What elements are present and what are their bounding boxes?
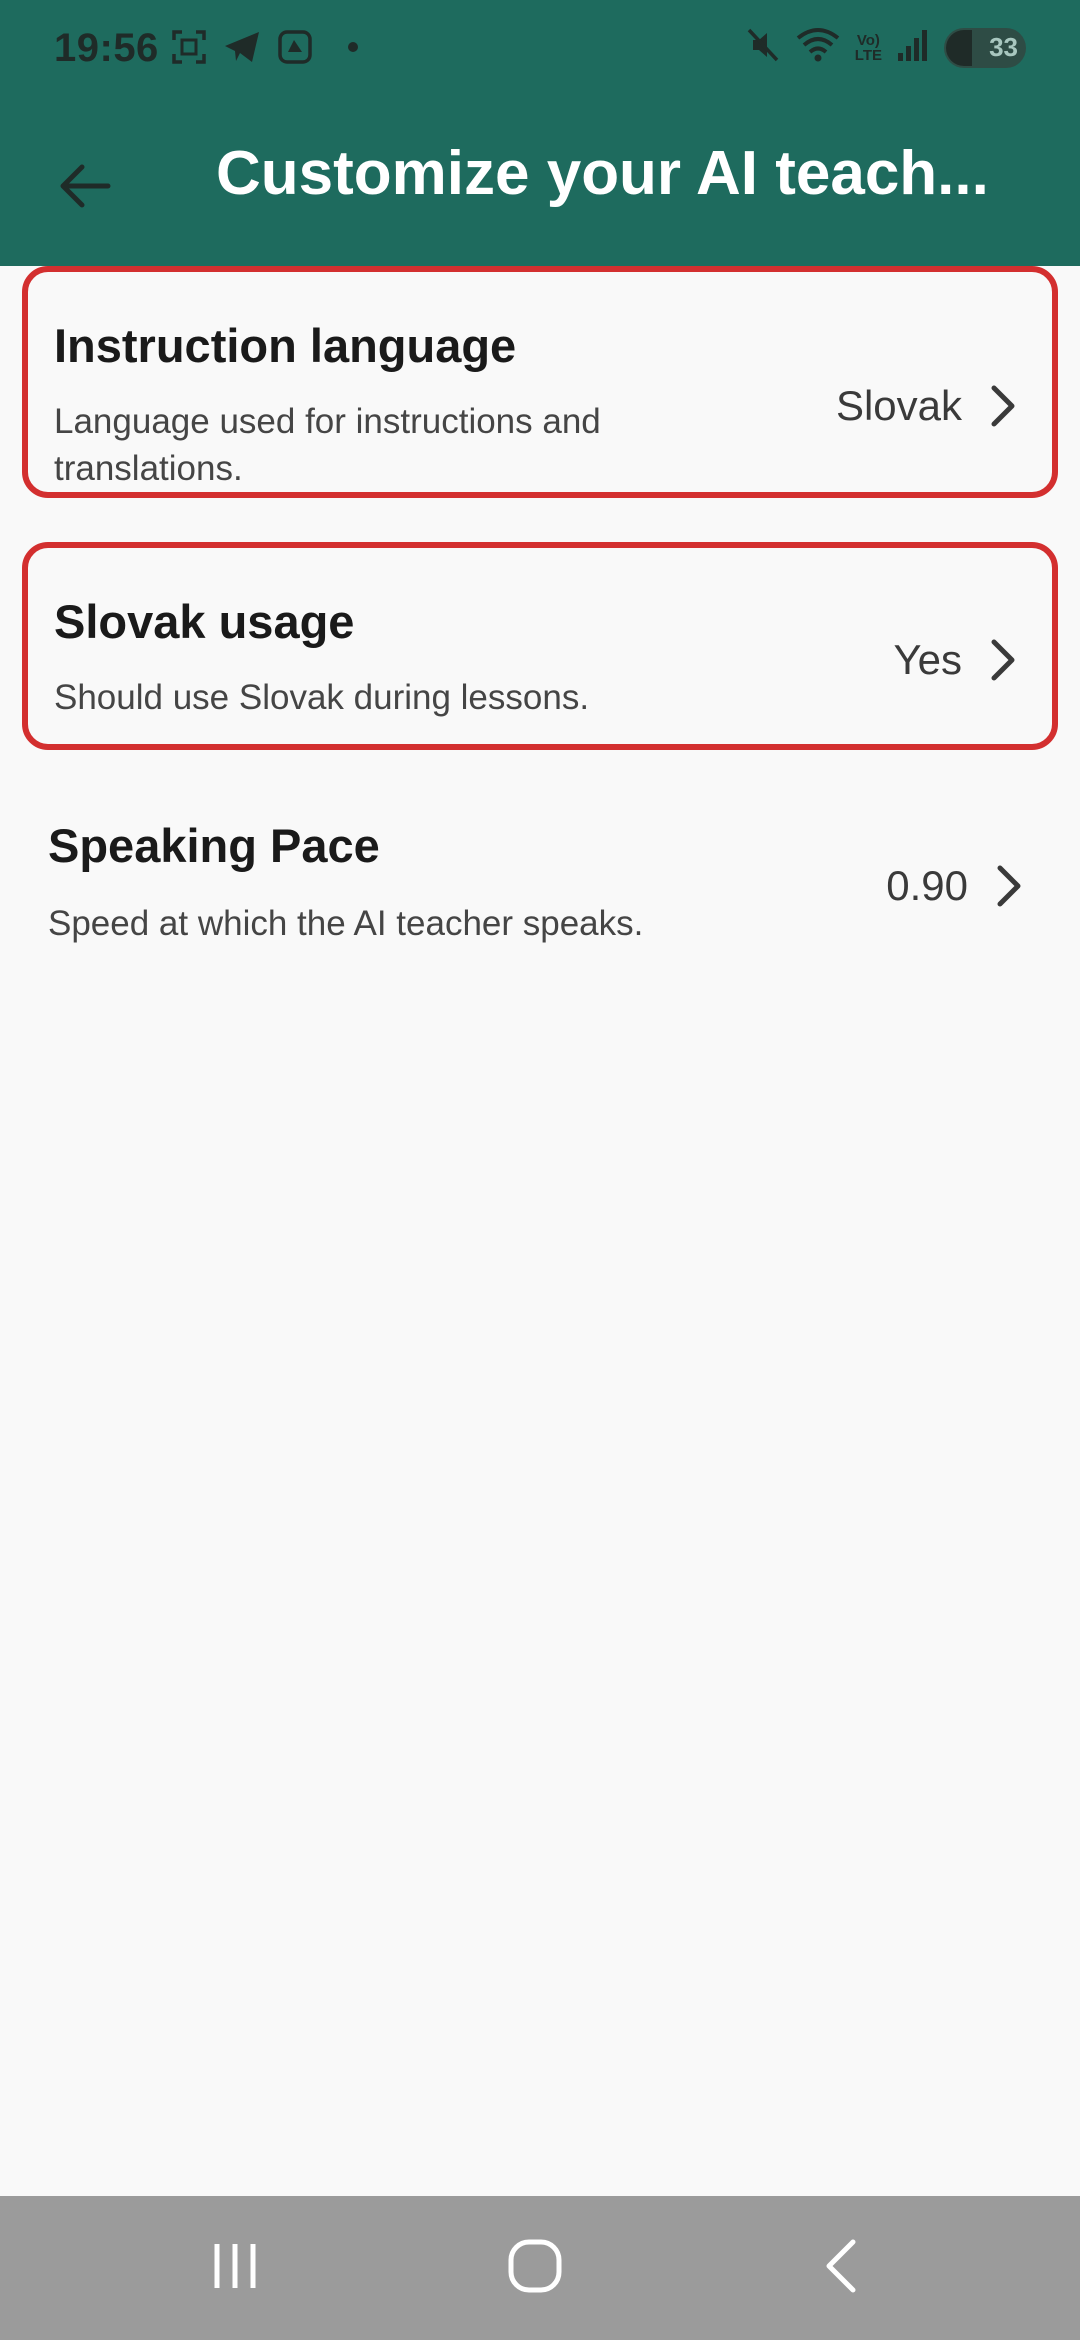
back-button[interactable] [40,144,128,232]
home-icon [505,2236,565,2301]
setting-value: 0.90 [886,862,968,909]
signal-icon [896,27,930,68]
chevron-right-icon [982,636,1022,684]
system-navigation-bar [0,2196,1080,2340]
back-icon [817,2236,865,2301]
battery-icon: 33 [944,27,1026,68]
nav-back-button[interactable] [796,2232,886,2304]
notification-icons [170,28,358,66]
setting-title: Slovak usage [54,595,355,648]
setting-description: Should use Slovak during lessons. [54,678,590,717]
battery-fill [946,29,972,66]
battery-level: 33 [989,32,1018,62]
status-bar: 19:56 Vo) LTE 33 [0,0,1080,100]
telegram-icon [222,28,262,66]
more-notifications-dot-icon [348,42,358,52]
recents-button[interactable] [190,2232,280,2304]
setting-title: Instruction language [54,319,517,372]
setting-title: Speaking Pace [48,819,380,872]
arrow-left-icon [56,162,112,215]
setting-instruction-language[interactable]: Instruction language Language used for i… [22,266,1058,498]
setting-description: Speed at which the AI teacher speaks. [48,904,644,943]
setting-speaking-pace[interactable]: Speaking Pace Speed at which the AI teac… [22,766,1058,976]
chevron-right-icon [988,862,1028,910]
status-time: 19:56 [54,26,159,70]
volte-label: Vo) [856,31,880,49]
setting-value: Slovak [835,382,962,429]
lte-label: LTE [854,46,882,64]
screenshot-icon [170,28,208,66]
app-bar: Customize your AI teach... [0,100,1080,266]
volte-indicator: Vo) LTE [855,33,882,63]
setting-value: Yes [893,636,962,683]
system-icons: Vo) LTE 33 [745,26,1026,69]
wifi-icon [795,26,841,69]
app-notification-icon [276,28,314,66]
setting-description: Language used for instructions and trans… [54,402,601,488]
mute-icon [745,26,781,69]
recents-icon [207,2238,263,2299]
chevron-right-icon [982,382,1022,430]
setting-slovak-usage[interactable]: Slovak usage Should use Slovak during le… [22,542,1058,750]
home-button[interactable] [490,2232,580,2304]
page-title: Customize your AI teach... [216,139,989,208]
